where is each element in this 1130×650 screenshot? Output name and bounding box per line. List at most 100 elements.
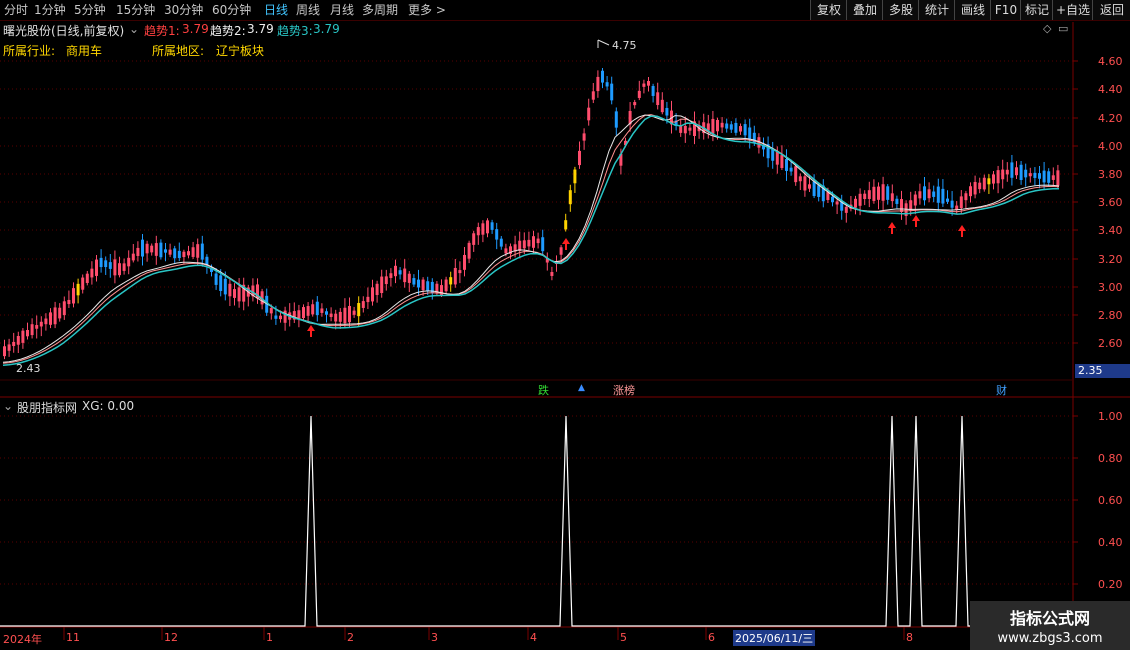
y-tick: 4.60 <box>1098 55 1123 68</box>
candle-body <box>81 277 85 290</box>
candle-body <box>122 263 126 271</box>
candle-body <box>426 281 430 292</box>
kline-chart-area[interactable] <box>0 0 1130 650</box>
candle-body <box>394 265 397 277</box>
candle-body <box>1051 175 1055 180</box>
candle-body <box>725 123 729 129</box>
event-tag-drop[interactable]: 跌 <box>538 382 549 398</box>
candle-body <box>1015 167 1018 176</box>
candle-body <box>1005 169 1009 175</box>
candle-body <box>53 307 57 325</box>
candle-body <box>7 344 11 351</box>
x-date-label: 4 <box>530 631 537 644</box>
candle-body <box>499 238 503 247</box>
candle-body <box>973 181 977 195</box>
candle-body <box>918 191 922 199</box>
candle-body <box>173 248 177 259</box>
candle-body <box>486 220 489 234</box>
chevron-down-icon[interactable]: ⌄ <box>3 399 13 413</box>
candle-body <box>214 273 218 285</box>
x-date-label: 11 <box>66 631 80 644</box>
candle-body <box>637 90 641 98</box>
candle-body <box>844 206 848 213</box>
candle-body <box>794 166 798 183</box>
sub-y-tick: 0.40 <box>1098 536 1123 549</box>
candle-body <box>536 238 540 244</box>
candle-body <box>743 124 747 136</box>
candle-body <box>872 186 876 201</box>
candle-body <box>817 185 821 197</box>
candle-body <box>113 259 117 276</box>
candle-body <box>550 272 554 276</box>
diamond-icon[interactable]: ◇ <box>1043 22 1051 35</box>
candle-body <box>39 321 43 327</box>
candle-body <box>936 186 940 203</box>
xg-indicator-line <box>0 415 1073 627</box>
candle-body <box>389 273 393 278</box>
x-date-label: 2024年 <box>3 633 42 646</box>
chevron-down-icon[interactable]: ⌄ <box>129 22 139 36</box>
candle-body <box>522 240 526 249</box>
candle-body <box>334 313 338 322</box>
candle-body <box>982 177 986 190</box>
buy-signal-arrow <box>307 325 315 337</box>
event-tag-top-list[interactable]: 涨榜 <box>613 382 635 398</box>
y-tick: 4.40 <box>1098 83 1123 96</box>
candle-body <box>104 260 108 268</box>
candle-body <box>780 155 784 168</box>
signal-arrows <box>307 39 966 337</box>
stock-name: 曙光股份(日线,前复权) <box>3 24 125 38</box>
candle-body <box>366 296 370 303</box>
event-tag-finance[interactable]: 财 <box>996 382 1007 398</box>
candle-body <box>62 301 66 316</box>
candle-body <box>959 196 963 209</box>
candle-body <box>398 270 402 275</box>
candle-body <box>895 198 899 204</box>
y-tick: 2.60 <box>1098 337 1123 350</box>
candle-body <box>228 283 232 297</box>
candle-body <box>329 313 333 318</box>
candle-body <box>412 278 416 285</box>
chart-grid <box>0 22 1130 640</box>
candle-body <box>311 304 315 315</box>
candle-body <box>831 196 834 203</box>
sub-y-tick: 1.00 <box>1098 410 1123 423</box>
sub-chart-title: 股朋指标网 <box>17 401 78 415</box>
candle-body <box>361 301 365 308</box>
candle-body <box>12 341 16 347</box>
y-tick: 4.20 <box>1098 112 1123 125</box>
candle-body <box>798 176 802 182</box>
candle-body <box>835 201 839 205</box>
minimize-icon[interactable]: ▭ <box>1058 22 1068 35</box>
candle-body <box>237 287 241 302</box>
candle-body <box>527 239 531 247</box>
candle-body <box>49 312 52 325</box>
candle-body <box>177 250 181 259</box>
xg-indicator-plot <box>0 415 1073 627</box>
event-up-icon[interactable]: ▲ <box>578 383 585 393</box>
x-date-label: 8 <box>906 631 913 644</box>
candle-body <box>67 299 71 305</box>
x-date-label: 3 <box>431 631 438 644</box>
candle-body <box>913 194 917 206</box>
y-tick: 3.80 <box>1098 168 1123 181</box>
candle-body <box>118 263 121 276</box>
trend1-label: 趋势1: <box>144 24 180 38</box>
candle-body <box>969 186 972 197</box>
candle-body <box>495 229 499 240</box>
sub-y-tick: 0.20 <box>1098 578 1123 591</box>
candle-body <box>21 330 25 343</box>
candle-body <box>716 119 719 132</box>
candle-body <box>154 243 158 256</box>
candle-body <box>739 126 742 132</box>
region-value: 辽宁板块 <box>216 44 265 58</box>
industry-value: 商用车 <box>66 44 103 58</box>
candle-body <box>946 198 949 202</box>
candle-body <box>90 268 94 278</box>
buy-signal-arrow <box>562 238 570 250</box>
ma-line-trend2 <box>2 114 1060 363</box>
candle-body <box>564 220 568 230</box>
industry-label: 所属行业: <box>3 44 56 58</box>
candle-body <box>219 275 223 291</box>
candle-body <box>182 251 186 258</box>
